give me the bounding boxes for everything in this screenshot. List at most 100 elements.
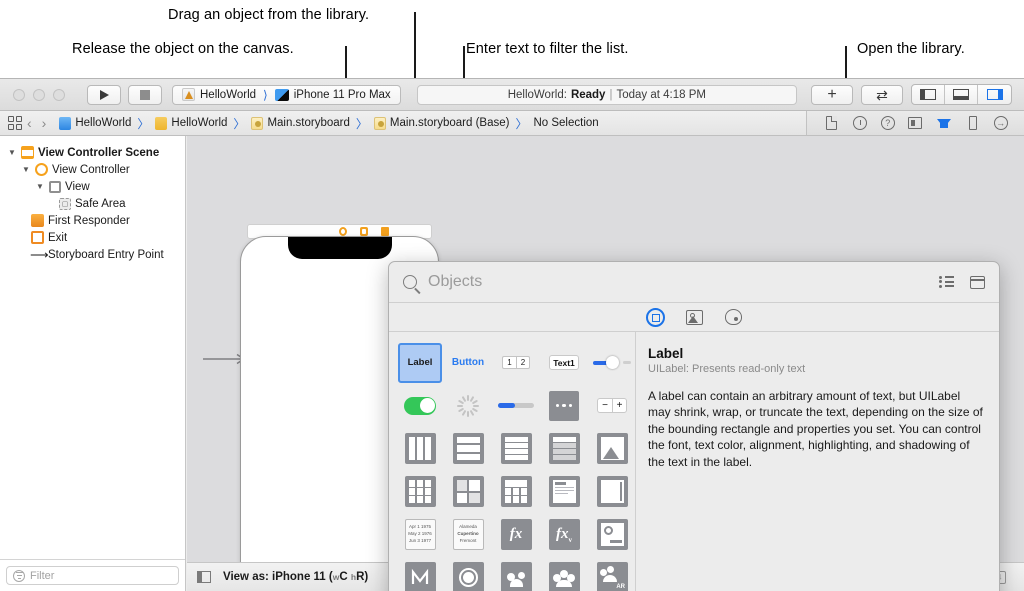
library-item-collection-view-cell[interactable]	[445, 470, 491, 513]
library-object-grid[interactable]: Label Button 12 Text1 − + Apr 1 1975 May…	[389, 332, 635, 591]
outline-row-first-responder[interactable]: First Responder	[0, 212, 185, 229]
library-item-horizontal-stack-view[interactable]	[397, 427, 443, 470]
chevron-right-icon: ⟩	[263, 87, 268, 102]
library-item-scroll-view[interactable]	[589, 470, 635, 513]
view-controller-icon	[35, 163, 48, 176]
minimize-icon[interactable]	[33, 88, 45, 101]
first-responder-dock-icon[interactable]	[360, 227, 368, 236]
library-item-picker-view[interactable]: Alameda Cupertino Fremont	[445, 513, 491, 556]
toggle-inspector-button[interactable]	[978, 85, 1011, 104]
library-item-scene-kit-view[interactable]	[541, 556, 587, 591]
library-item-slider[interactable]	[589, 341, 635, 384]
view-as-label[interactable]: View as: iPhone 11 (wC hR)	[223, 571, 368, 583]
breadcrumb-item-storyboard[interactable]: Main.storyboard	[251, 116, 350, 130]
objects-tab-icon[interactable]	[645, 307, 665, 327]
button-tile: Button	[451, 357, 485, 368]
scheme-selector[interactable]: HelloWorld ⟩ iPhone 11 Pro Max	[172, 84, 401, 105]
library-item-table-view-cell[interactable]	[541, 427, 587, 470]
outline-row-view-controller-scene[interactable]: ▼ View Controller Scene	[0, 144, 185, 161]
library-item-vertical-stack-view[interactable]	[445, 427, 491, 470]
ar-group-glyph: AR	[599, 565, 625, 590]
library-item-sprite-kit-view[interactable]	[493, 556, 539, 591]
library-item-gl-kit-view[interactable]	[589, 513, 635, 556]
library-item-table-view[interactable]	[493, 427, 539, 470]
library-item-segmented-control[interactable]: 12	[493, 341, 539, 384]
toggle-navigator-button[interactable]	[912, 85, 945, 104]
library-item-image-view[interactable]	[589, 427, 635, 470]
disclosure-triangle-icon[interactable]: ▼	[8, 148, 17, 157]
scheme-project-label: HelloWorld	[200, 88, 257, 101]
disclosure-triangle-icon[interactable]: ▼	[36, 182, 45, 191]
gl-kit-view-tile	[596, 519, 628, 550]
detail-view-icon[interactable]	[970, 275, 985, 289]
metal-glyph	[411, 568, 429, 584]
library-item-activity-indicator[interactable]	[445, 384, 491, 427]
quick-help-inspector-icon[interactable]: ?	[880, 116, 895, 130]
size-inspector-icon[interactable]	[965, 115, 981, 131]
exit-dock-icon[interactable]	[381, 227, 389, 236]
library-item-button[interactable]: Button	[445, 341, 491, 384]
library-item-collection-view[interactable]	[397, 470, 443, 513]
outline-label: Exit	[48, 231, 68, 244]
library-item-mtk-view[interactable]	[397, 556, 443, 591]
outline-label: View Controller Scene	[38, 146, 160, 159]
editor-pane-toggles[interactable]	[911, 84, 1012, 105]
breadcrumb-label: Main.storyboard	[267, 117, 350, 129]
outline-row-view[interactable]: ▼ View	[0, 178, 185, 195]
back-button[interactable]: ‹	[22, 115, 37, 131]
identity-inspector-icon[interactable]	[907, 115, 923, 131]
library-add-button[interactable]: +	[811, 84, 853, 105]
library-item-page-control[interactable]	[541, 384, 587, 427]
library-item-stepper[interactable]: − +	[589, 384, 635, 427]
forward-button[interactable]: ›	[37, 115, 52, 131]
history-inspector-icon[interactable]	[852, 115, 868, 131]
safe-area-icon: ▢	[59, 197, 71, 210]
toggle-debug-area-button[interactable]	[945, 85, 978, 104]
library-item-visual-effect-vibrancy[interactable]: fxv	[541, 513, 587, 556]
related-items-icon[interactable]	[8, 116, 22, 130]
outline-row-exit[interactable]: Exit	[0, 229, 185, 246]
view-controller-dock-icon[interactable]	[339, 227, 347, 236]
breadcrumb-item-folder[interactable]: HelloWorld	[155, 116, 227, 130]
attributes-inspector-icon[interactable]	[936, 115, 952, 131]
library-item-progress-view[interactable]	[493, 384, 539, 427]
breadcrumb-item-project[interactable]: HelloWorld	[59, 116, 131, 130]
library-popover[interactable]: Objects Label Button 1 2 Text1 − + Apr 1…	[388, 261, 1000, 591]
media-tab-icon[interactable]	[685, 308, 704, 327]
navigator-filter-field[interactable]: Filter	[6, 566, 179, 585]
library-search-input[interactable]: Objects	[428, 273, 928, 291]
list-view-icon[interactable]	[939, 276, 954, 288]
navigate-button[interactable]: ⇄	[861, 84, 903, 105]
color-tab-icon[interactable]	[724, 308, 743, 327]
library-item-collection-reusable-view[interactable]	[493, 470, 539, 513]
library-item-switch[interactable]	[397, 384, 443, 427]
stop-button[interactable]	[128, 84, 162, 105]
library-item-text-field[interactable]: Text1	[541, 341, 587, 384]
library-item-date-picker[interactable]: Apr 1 1975 May 2 1976 Jun 3 1977	[397, 513, 443, 556]
file-inspector-icon[interactable]	[823, 115, 839, 131]
outline-row-safe-area[interactable]: ▢ Safe Area	[0, 195, 185, 212]
target-glyph	[458, 568, 478, 587]
outline-row-storyboard-entry-point[interactable]: ⟶ Storyboard Entry Point	[0, 246, 185, 263]
library-item-label[interactable]: Label	[397, 341, 443, 384]
library-item-text-view[interactable]	[541, 470, 587, 513]
close-icon[interactable]	[13, 88, 25, 101]
document-outline-toggle-icon[interactable]	[197, 571, 211, 583]
storyboard-base-icon	[373, 116, 386, 130]
window-controls[interactable]	[13, 88, 65, 101]
switch-tile	[404, 396, 436, 415]
run-button[interactable]	[87, 84, 121, 105]
breadcrumb-item-selection[interactable]: No Selection	[533, 117, 598, 129]
collection-view-cell-tile	[452, 476, 484, 507]
library-item-visual-effect-view[interactable]: fx	[493, 513, 539, 556]
connections-inspector-icon[interactable]: →	[993, 116, 1008, 130]
breadcrumb-item-base[interactable]: Main.storyboard (Base)	[373, 116, 509, 130]
library-item-scn-view[interactable]	[445, 556, 491, 591]
outline-row-view-controller[interactable]: ▼ View Controller	[0, 161, 185, 178]
breadcrumb-separator-icon: 〉	[233, 116, 246, 131]
activity-status-bar[interactable]: HelloWorld: Ready | Today at 4:18 PM	[416, 84, 797, 105]
zoom-icon[interactable]	[53, 88, 65, 101]
disclosure-triangle-icon[interactable]: ▼	[22, 165, 31, 174]
library-item-ar-scn-view[interactable]: AR	[589, 556, 635, 591]
detail-title: Label	[648, 346, 684, 361]
